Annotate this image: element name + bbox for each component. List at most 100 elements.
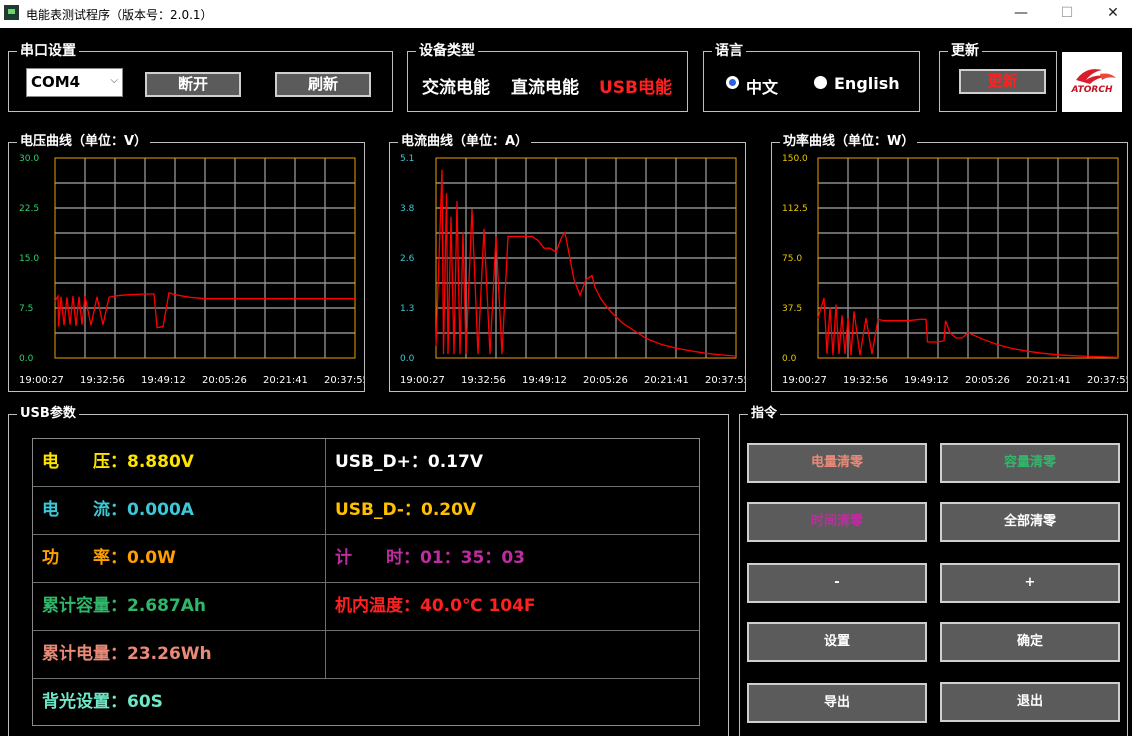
x-tick-label: 19:32:56 xyxy=(843,375,888,386)
y-tick-label: 5.1 xyxy=(400,154,414,164)
energy-cell: 累计电量：23.26Wh xyxy=(33,631,325,678)
x-tick-label: 20:37:55 xyxy=(324,375,364,386)
y-tick-label: 1.3 xyxy=(400,304,414,314)
current-label: 电 流： xyxy=(42,500,127,520)
dminus-cell: USB_D-：0.20V xyxy=(326,487,699,534)
x-tick-label: 19:00:27 xyxy=(782,375,827,386)
dplus-label: USB_D+： xyxy=(335,452,428,472)
x-tick-label: 19:49:12 xyxy=(141,375,186,386)
y-tick-label: 112.5 xyxy=(782,204,808,214)
timer-value: 01：35：03 xyxy=(420,548,525,568)
update-button[interactable]: 更新 xyxy=(959,69,1046,94)
capacity-label: 累计容量： xyxy=(42,596,127,616)
energy-clear-button[interactable]: 电量清零 xyxy=(747,443,927,483)
backlight-label: 背光设置： xyxy=(42,692,127,712)
capacity-value: 2.687Ah xyxy=(127,596,207,616)
dplus-value: 0.17V xyxy=(427,452,483,472)
energy-value: 23.26Wh xyxy=(127,644,212,664)
temperature-cell: 机内温度：40.0℃ 104F xyxy=(326,583,699,630)
exit-button[interactable]: 退出 xyxy=(940,682,1120,722)
voltage-value: 8.880V xyxy=(127,452,194,472)
close-button[interactable]: ✕ xyxy=(1090,0,1132,28)
temperature-value: 40.0℃ 104F xyxy=(420,596,536,616)
x-tick-label: 19:49:12 xyxy=(904,375,949,386)
device-group-title: 设备类型 xyxy=(416,42,478,60)
current-cell: 电 流：0.000A xyxy=(33,487,325,534)
backlight-cell: 背光设置：60S xyxy=(33,679,699,726)
minus-button[interactable]: - xyxy=(747,563,927,603)
capacity-cell: 累计容量：2.687Ah xyxy=(33,583,325,630)
y-tick-label: 37.5 xyxy=(782,304,802,314)
x-tick-label: 20:37:55 xyxy=(1087,375,1127,386)
device-type-dc[interactable]: 直流电能 xyxy=(511,73,579,98)
x-tick-label: 20:21:41 xyxy=(263,375,308,386)
power-label: 功 率： xyxy=(42,548,127,568)
port-select[interactable]: COM4 ⌵ xyxy=(26,68,123,97)
voltage-chart: 30.0 22.5 15.0 7.5 0.0 19:00:27 19:32:56 19:49:… xyxy=(19,154,364,386)
x-tick-label: 20:21:41 xyxy=(1026,375,1071,386)
language-zh-radio[interactable] xyxy=(726,76,739,89)
refresh-button[interactable]: 刷新 xyxy=(275,72,371,97)
x-tick-label: 20:21:41 xyxy=(644,375,689,386)
y-tick-label: 7.5 xyxy=(19,304,33,314)
device-type-ac[interactable]: 交流电能 xyxy=(422,73,490,98)
window-title: 电能表测试程序（版本号：2.0.1） xyxy=(26,8,213,22)
language-en-label: English xyxy=(834,74,900,93)
x-tick-label: 19:32:56 xyxy=(80,375,125,386)
current-value: 0.000A xyxy=(127,500,194,520)
y-tick-label: 30.0 xyxy=(19,154,39,164)
maximize-button[interactable]: ☐ xyxy=(1044,0,1090,28)
all-clear-button[interactable]: 全部清零 xyxy=(940,502,1120,542)
language-zh-label: 中文 xyxy=(746,78,779,97)
dminus-value: 0.20V xyxy=(421,500,477,520)
y-tick-label: 75.0 xyxy=(782,254,802,264)
energy-label: 累计电量： xyxy=(42,644,127,664)
y-tick-label: 0.0 xyxy=(400,354,415,364)
x-tick-label: 20:05:26 xyxy=(965,375,1010,386)
y-tick-label: 15.0 xyxy=(19,254,39,264)
app-icon xyxy=(4,5,19,20)
voltage-label: 电 压： xyxy=(42,452,127,472)
x-tick-label: 19:00:27 xyxy=(400,375,445,386)
port-select-value: COM4 xyxy=(31,73,81,91)
power-cell: 功 率：0.0W xyxy=(33,535,325,582)
timer-cell: 计 时：01：35：03 xyxy=(326,535,699,582)
language-group-title: 语言 xyxy=(712,42,746,60)
y-tick-label: 150.0 xyxy=(782,154,808,164)
title-bar: 电能表测试程序（版本号：2.0.1） — ☐ ✕ xyxy=(0,0,1132,28)
chevron-down-icon: ⌵ xyxy=(110,75,118,86)
atorch-logo-mark: ATORCH xyxy=(1071,69,1116,95)
y-tick-label: 22.5 xyxy=(19,204,39,214)
y-tick-label: 0.0 xyxy=(782,354,797,364)
capacity-clear-button[interactable]: 容量清零 xyxy=(940,443,1120,483)
power-value: 0.0W xyxy=(127,548,176,568)
dminus-label: USB_D-： xyxy=(335,500,421,520)
usb-params-table: 电 压：8.880V USB_D+：0.17V 电 流：0.000A USB_D… xyxy=(32,438,700,726)
x-tick-label: 20:05:26 xyxy=(583,375,628,386)
export-button[interactable]: 导出 xyxy=(747,683,927,723)
minimize-button[interactable]: — xyxy=(998,0,1044,28)
language-en-radio[interactable] xyxy=(814,76,827,89)
y-tick-label: 3.8 xyxy=(400,204,415,214)
y-tick-label: 2.6 xyxy=(400,254,415,264)
dplus-cell: USB_D+：0.17V xyxy=(326,439,699,486)
time-clear-button[interactable]: 时间清零 xyxy=(747,502,927,542)
x-tick-label: 20:37:55 xyxy=(705,375,745,386)
disconnect-button[interactable]: 断开 xyxy=(145,72,241,97)
temperature-label: 机内温度： xyxy=(335,596,420,616)
confirm-button[interactable]: 确定 xyxy=(940,622,1120,662)
atorch-logo: ATORCH xyxy=(1062,52,1122,112)
settings-button[interactable]: 设置 xyxy=(747,622,927,662)
update-group-title: 更新 xyxy=(948,42,982,60)
y-tick-label: 0.0 xyxy=(19,354,34,364)
power-chart: 150.0 112.5 75.0 37.5 0.0 19:00:27 19:32:56 19:… xyxy=(782,154,1127,386)
voltage-cell: 电 压：8.880V xyxy=(33,439,325,486)
device-type-usb[interactable]: USB电能 xyxy=(599,73,672,98)
backlight-value: 60S xyxy=(127,692,163,712)
timer-label: 计 时： xyxy=(335,548,420,568)
current-chart: 5.1 3.8 2.6 1.3 0.0 19:00:27 19:32:56 19:49:12 2… xyxy=(400,154,745,386)
plus-button[interactable]: + xyxy=(940,563,1120,603)
x-tick-label: 20:05:26 xyxy=(202,375,247,386)
serial-group-title: 串口设置 xyxy=(17,42,79,60)
x-tick-label: 19:00:27 xyxy=(19,375,64,386)
